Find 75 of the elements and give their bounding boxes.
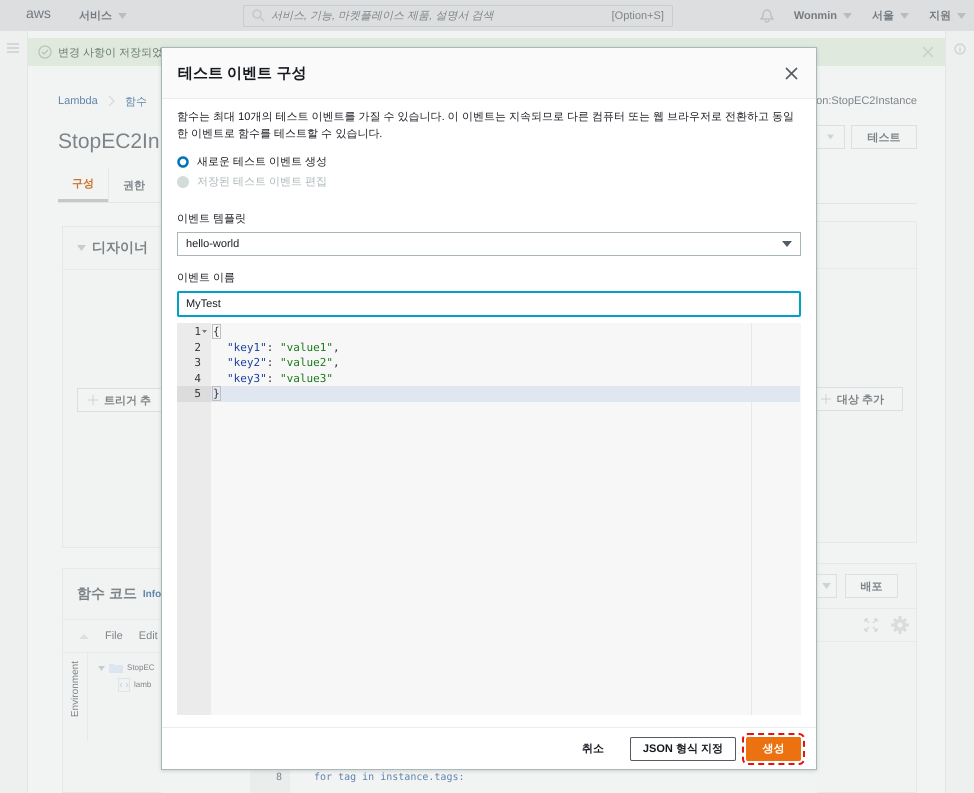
services-menu[interactable]: 서비스 xyxy=(78,8,127,23)
close-icon[interactable] xyxy=(922,46,934,58)
caret-icon xyxy=(98,664,105,670)
code-line: "key3": "value3" xyxy=(226,370,333,386)
line-number: 5 xyxy=(177,386,211,402)
line-number: 4 xyxy=(193,370,202,386)
radio-option[interactable]: 새로운 테스트 이벤트 생성 xyxy=(177,154,801,169)
line-number: 1 xyxy=(177,324,211,340)
caret-icon xyxy=(118,12,127,20)
page-tab[interactable]: 구성 xyxy=(58,168,108,202)
deploy-button[interactable]: 배포 xyxy=(845,574,898,598)
close-icon xyxy=(785,66,798,80)
check-icon xyxy=(38,45,52,59)
code-line: { xyxy=(212,324,220,340)
search-placeholder: 서비스, 기능, 마켓플레이스 제품, 설명서 검색 xyxy=(270,9,495,23)
dialog-description: 함수는 최대 10개의 테스트 이벤트를 가질 수 있습니다. 이 이벤트는 지속되므로 다른 컴퓨터 또는 웹 브라우저로 전환하고 동일한 이벤트로 함수를 테스트할 수 있습니다. xyxy=(177,110,796,142)
dialog-title: 테스트 이벤트 구성 xyxy=(178,64,306,82)
breadcrumb-link[interactable]: 함수 xyxy=(124,94,147,108)
deploy-dropdown[interactable] xyxy=(817,574,837,598)
region-menu[interactable]: 서울 xyxy=(872,8,909,23)
field-label: 이벤트 템플릿 xyxy=(177,212,248,226)
menu-icon[interactable] xyxy=(7,43,19,53)
cancel-button[interactable]: 취소 xyxy=(570,736,616,760)
settings-icon[interactable] xyxy=(890,615,910,635)
plus-icon xyxy=(88,395,98,405)
code-editor[interactable]: 1 2 3 4 5 { "key1": "value1", "key2": "value2", "key3": "value3" } xyxy=(177,323,801,715)
search-icon xyxy=(252,9,265,22)
code-line: "key1": "value1", xyxy=(226,340,340,355)
plus-icon xyxy=(821,394,831,404)
radio-option: 저장된 테스트 이벤트 편집 xyxy=(177,174,801,189)
chevron-icon xyxy=(108,95,115,107)
code-line: "key2": "value2", xyxy=(226,355,340,370)
user-menu[interactable]: Wonmin xyxy=(794,10,852,22)
info-link[interactable]: Info xyxy=(142,588,161,600)
bell-icon[interactable] xyxy=(760,8,774,22)
caret-icon xyxy=(957,12,966,20)
caret-icon xyxy=(843,12,852,20)
template-select[interactable]: hello-world xyxy=(177,232,801,256)
field-label: 이벤트 이름 xyxy=(177,271,236,285)
panel-title: 함수 코드 xyxy=(77,585,137,603)
line-number: 2 xyxy=(193,340,202,355)
search-field[interactable]: 서비스, 기능, 마켓플레이스 제품, 설명서 검색 [Option+S] xyxy=(242,4,673,26)
add-trigger-button[interactable]: 트리거 추 xyxy=(77,388,161,412)
breadcrumb-link[interactable]: Lambda xyxy=(58,95,98,107)
line-number: 3 xyxy=(193,355,202,370)
test-button[interactable]: 테스트 xyxy=(851,125,917,149)
shortcut-hint: [Option+S] xyxy=(612,10,664,22)
add-destination-button[interactable]: 대상 추가 xyxy=(817,387,903,411)
menu-item[interactable]: File xyxy=(105,630,123,642)
actions-dropdown[interactable] xyxy=(817,125,845,149)
line-number: 8 xyxy=(250,770,290,793)
info-icon[interactable] xyxy=(954,43,966,55)
code-file-icon xyxy=(118,678,130,692)
fold-icon[interactable] xyxy=(202,330,207,334)
format-json-button[interactable]: JSON 형식 지정 xyxy=(630,736,736,760)
caret-icon xyxy=(822,582,831,590)
page-tab[interactable]: 권한 xyxy=(108,168,159,202)
code-line: } xyxy=(212,386,220,402)
support-menu[interactable]: 지원 xyxy=(929,8,966,23)
close-button[interactable] xyxy=(783,64,800,82)
caret-icon xyxy=(782,240,792,248)
fullscreen-icon[interactable] xyxy=(864,618,878,632)
environment-tab[interactable]: Environment xyxy=(63,653,88,741)
code-line: for tag in instance.tags: xyxy=(313,771,465,785)
event-name-field[interactable]: MyTest xyxy=(177,291,801,317)
caret-icon xyxy=(900,12,909,20)
caret-icon xyxy=(77,244,86,252)
menu-item[interactable]: Edit xyxy=(138,630,158,642)
caret-icon xyxy=(827,133,834,141)
aws-logo[interactable]: aws xyxy=(26,4,51,20)
banner-message: 변경 사항이 저장되었 xyxy=(58,46,164,60)
tree-item[interactable]: lamb xyxy=(98,676,155,693)
function-title: StopEC2In xyxy=(58,130,161,155)
panel-title: 디자이너 xyxy=(92,239,148,257)
tree-item[interactable]: StopEC xyxy=(98,659,155,676)
